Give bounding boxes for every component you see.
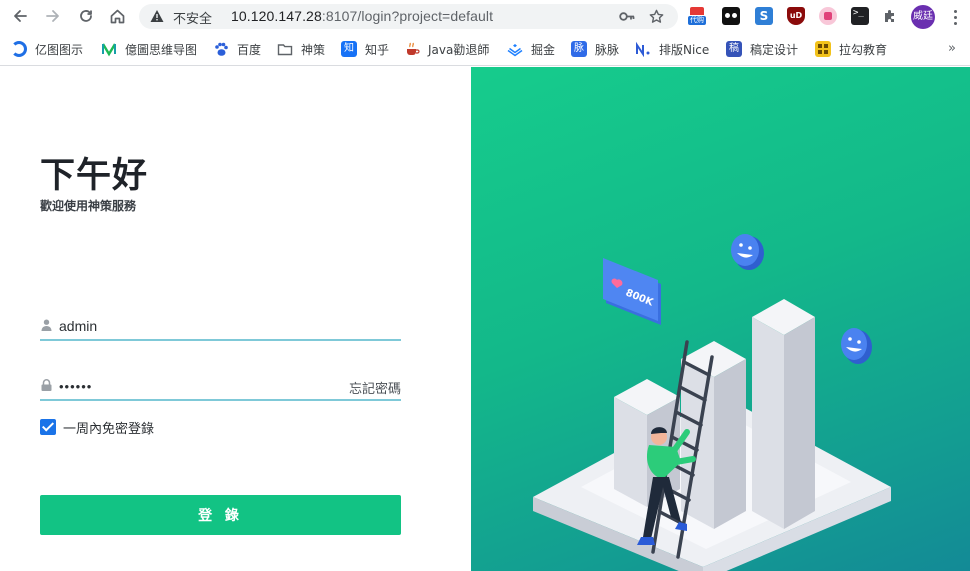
reload-icon bbox=[80, 10, 92, 22]
bookmarks-bar: 亿图图示 億圖思维导图 百度 神策 知知乎 Java勸退師 掘金 脉脉脉 排版N… bbox=[0, 33, 970, 66]
security-status-label[interactable]: 不安全 bbox=[173, 8, 212, 27]
bookmark-label: 排版Nice bbox=[659, 42, 710, 57]
bookmark-star-icon[interactable] bbox=[649, 9, 664, 24]
bookmark-zhihu[interactable]: 知知乎 bbox=[341, 40, 389, 58]
lagou-icon bbox=[815, 41, 831, 57]
username-field bbox=[40, 313, 401, 341]
maimai-icon: 脉 bbox=[571, 41, 587, 57]
zhihu-icon: 知 bbox=[341, 41, 357, 57]
login-page: 下午好 歡迎使用神策服務 忘記密碼 一周內免密登錄 登 錄 bbox=[0, 67, 970, 571]
bookmark-mindmaster[interactable]: 億圖思维导图 bbox=[101, 40, 197, 58]
reload-button[interactable] bbox=[75, 5, 97, 27]
likes-badge-shape: 800K bbox=[603, 258, 661, 325]
bookmark-label: 百度 bbox=[237, 42, 262, 57]
arrow-left-icon bbox=[14, 10, 27, 22]
bookmark-shence[interactable]: 神策 bbox=[277, 40, 325, 58]
home-button[interactable] bbox=[106, 5, 128, 27]
bookmark-label: 稿定设计 bbox=[750, 42, 799, 57]
remember-me-row: 一周內免密登錄 bbox=[40, 418, 154, 437]
bookmark-label: 知乎 bbox=[365, 42, 390, 57]
url-text[interactable]: 10.120.147.28:8107/login?project=default bbox=[231, 8, 493, 24]
puzzle-extensions-icon[interactable] bbox=[882, 8, 898, 24]
folder-icon bbox=[277, 41, 293, 57]
lock-icon bbox=[41, 379, 52, 391]
remember-me-checkbox[interactable] bbox=[40, 419, 56, 435]
login-panel: 下午好 歡迎使用神策服務 忘記密碼 一周內免密登錄 登 錄 bbox=[0, 67, 471, 571]
bookmark-lagou[interactable]: 拉勾教育 bbox=[815, 40, 887, 58]
bookmark-gaoding[interactable]: 稿稿定设计 bbox=[726, 40, 798, 58]
illustration-panel: 800K bbox=[471, 67, 970, 571]
bookmark-label: 拉勾教育 bbox=[839, 42, 888, 57]
bookmark-label: 億圖思维导图 bbox=[125, 42, 198, 57]
ublock-shield-icon[interactable]: uD bbox=[787, 7, 805, 25]
profile-avatar[interactable]: 威廷 bbox=[911, 5, 935, 29]
key-icon[interactable] bbox=[619, 10, 635, 23]
smiley-face-icon bbox=[731, 234, 764, 270]
back-button[interactable] bbox=[9, 5, 31, 27]
home-icon bbox=[110, 9, 124, 23]
climbing-charts-illustration: 800K bbox=[533, 234, 891, 571]
bookmark-juejin[interactable]: 掘金 bbox=[507, 40, 555, 58]
remember-me-label[interactable]: 一周內免密登錄 bbox=[63, 418, 154, 437]
url-path: :8107/login?project=default bbox=[321, 8, 494, 24]
browser-toolbar: 不安全 10.120.147.28:8107/login?project=def… bbox=[0, 0, 970, 33]
baidu-paw-icon bbox=[213, 41, 229, 57]
nice-icon bbox=[635, 41, 651, 58]
gaoding-icon: 稿 bbox=[726, 41, 742, 57]
tall-bar-shape bbox=[752, 299, 815, 529]
middle-bar-shape bbox=[681, 341, 746, 529]
url-host: 10.120.147.28 bbox=[231, 8, 322, 24]
password-field: 忘記密碼 bbox=[40, 373, 401, 401]
bookmark-label: 神策 bbox=[301, 42, 326, 57]
bookmark-maimai[interactable]: 脉脉脉 bbox=[571, 40, 619, 58]
user-icon bbox=[41, 319, 52, 331]
bookmark-java[interactable]: Java勸退師 bbox=[404, 40, 489, 58]
welcome-subtitle: 歡迎使用神策服務 bbox=[40, 199, 137, 213]
address-bar[interactable]: 不安全 10.120.147.28:8107/login?project=def… bbox=[139, 4, 678, 29]
bookmark-label: Java勸退師 bbox=[428, 42, 490, 57]
juejin-icon bbox=[507, 41, 523, 57]
greeting-title: 下午好 bbox=[40, 156, 149, 196]
password-input[interactable] bbox=[59, 375, 349, 397]
warning-triangle-icon[interactable] bbox=[150, 9, 164, 23]
login-button[interactable]: 登 錄 bbox=[40, 495, 401, 535]
java-cup-icon bbox=[404, 41, 420, 57]
more-bookmarks-chevron-icon[interactable]: » bbox=[948, 41, 956, 56]
browser-menu-icon[interactable] bbox=[948, 8, 962, 26]
daigou-extension-label: 代购 bbox=[688, 16, 706, 25]
arrow-right-icon bbox=[46, 10, 59, 22]
pink-extension-icon[interactable] bbox=[819, 7, 837, 25]
bookmark-label: 脉脉 bbox=[595, 42, 620, 57]
bookmark-edraw[interactable]: 亿图图示 bbox=[11, 40, 83, 58]
bookmark-label: 掘金 bbox=[531, 42, 556, 57]
bookmark-nice[interactable]: 排版Nice bbox=[635, 40, 709, 58]
edraw-icon bbox=[11, 41, 27, 57]
forward-button[interactable] bbox=[42, 5, 64, 27]
mindmaster-icon bbox=[101, 41, 117, 57]
dual-dot-extension-icon[interactable] bbox=[722, 7, 740, 25]
terminal-extension-icon[interactable] bbox=[851, 7, 869, 25]
forgot-password-link[interactable]: 忘記密碼 bbox=[349, 378, 401, 397]
username-input[interactable] bbox=[59, 315, 349, 337]
bookmark-label: 亿图图示 bbox=[35, 42, 84, 57]
bookmark-baidu[interactable]: 百度 bbox=[213, 40, 261, 58]
smiley-face-icon bbox=[841, 328, 872, 364]
daigou-extension-icon[interactable]: 代购 bbox=[688, 7, 706, 25]
s-extension-icon[interactable]: S bbox=[755, 7, 773, 25]
